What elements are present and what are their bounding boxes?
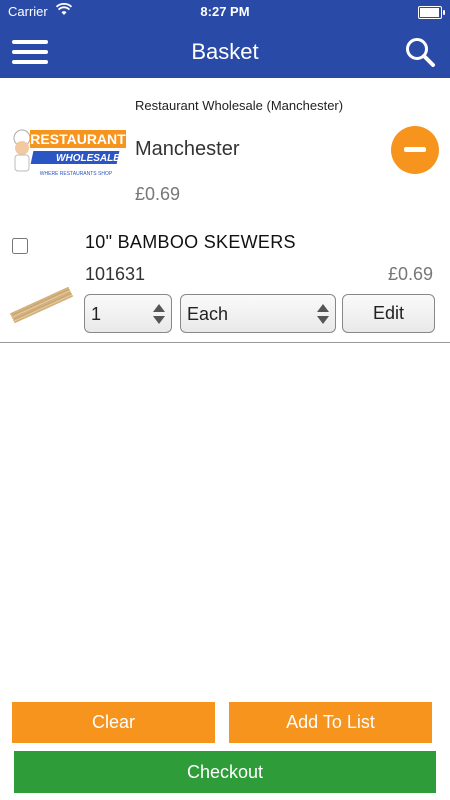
unit-select[interactable]: Each [180,294,336,333]
quantity-value: 1 [91,304,102,324]
battery-icon [418,6,445,19]
status-bar: Carrier 8:27 PM [0,0,450,24]
item-price: £0.69 [387,264,433,284]
checkout-button[interactable]: Checkout [14,751,436,793]
svg-text:WHOLESALE: WHOLESALE [56,153,120,164]
clear-button[interactable]: Clear [12,702,215,743]
add-to-list-button[interactable]: Add To List [229,702,432,743]
unit-value: Each [187,304,229,324]
svg-text:WHERE RESTAURANTS SHOP: WHERE RESTAURANTS SHOP [40,171,113,177]
store-logo: RESTAURANT WHOLESALE WHERE RESTAURANTS S… [13,129,126,177]
nav-bar: Basket [0,24,450,78]
updown-arrows-icon [153,304,165,324]
updown-arrows-icon [317,304,329,324]
page-title: Basket [191,39,259,64]
search-icon[interactable] [404,36,436,68]
store-total: £0.69 [135,184,181,204]
store-city: Manchester [135,138,240,160]
basket-item: 10" BAMBOO SKEWERS 101631 £0.69 1 Each E… [0,222,450,343]
item-checkbox[interactable] [12,238,28,254]
store-section: Restaurant Wholesale (Manchester) RESTAU… [0,78,450,218]
edit-item-button[interactable]: Edit [342,294,435,333]
svg-text:RESTAURANT: RESTAURANT [30,131,126,147]
minus-icon [404,147,426,152]
item-code: 101631 [85,264,146,284]
clock: 8:27 PM [200,4,250,19]
item-name: 10" BAMBOO SKEWERS [85,232,296,252]
quantity-select[interactable]: 1 [84,294,172,333]
product-image [10,287,73,323]
remove-store-button[interactable] [391,126,439,174]
store-name: Restaurant Wholesale (Manchester) [135,98,344,113]
